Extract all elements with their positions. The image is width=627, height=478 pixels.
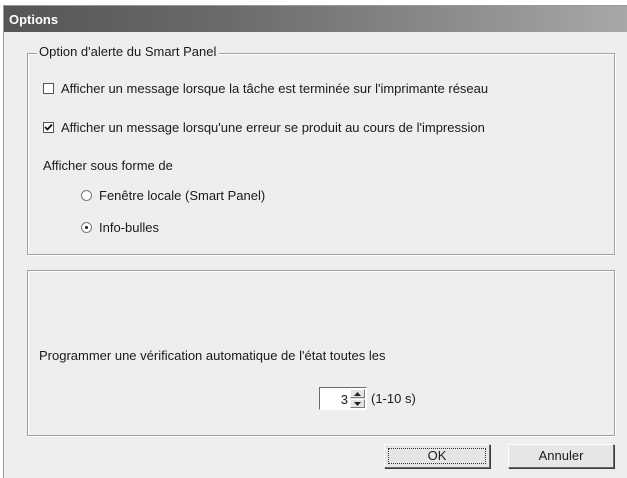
checkmark-icon [44,123,53,131]
ok-button[interactable]: OK [384,444,490,468]
spinner-down-button[interactable] [350,399,365,408]
interval-spinner[interactable]: 3 [319,387,367,410]
title-bar[interactable]: Options [4,6,627,32]
spinner-up-button[interactable] [350,389,365,398]
alert-options-legend: Option d'alerte du Smart Panel [37,44,220,59]
print-error-checkbox-row[interactable]: Afficher un message lorsqu'une erreur se… [43,120,485,135]
radio-selected-dot [85,226,88,229]
arrow-down-icon [354,402,361,406]
radio-local-window[interactable] [81,190,92,201]
radio-tooltips[interactable] [81,222,92,233]
display-as-label: Afficher sous forme de [43,158,173,173]
interval-value[interactable]: 3 [341,392,348,407]
schedule-check-label: Programmer une vérification automatique … [39,348,386,363]
spinner-arrows [350,389,365,408]
network-job-complete-checkbox[interactable] [43,83,54,94]
print-error-label: Afficher un message lorsqu'une erreur se… [61,120,485,135]
radio-tooltips-label: Info-bulles [99,220,159,235]
ok-button-label: OK [427,448,447,463]
interval-range-label: (1-10 s) [371,391,416,406]
radio-local-window-row[interactable]: Fenêtre locale (Smart Panel) [81,188,265,203]
radio-tooltips-row[interactable]: Info-bulles [81,220,159,235]
arrow-up-icon [354,392,361,396]
print-error-checkbox[interactable] [43,122,54,133]
cancel-button[interactable]: Annuler [508,444,614,468]
dialog-title: Options [9,12,59,27]
network-job-complete-checkbox-row[interactable]: Afficher un message lorsque la tâche est… [43,81,488,96]
network-job-complete-label: Afficher un message lorsque la tâche est… [61,81,489,96]
radio-local-window-label: Fenêtre locale (Smart Panel) [99,188,266,203]
